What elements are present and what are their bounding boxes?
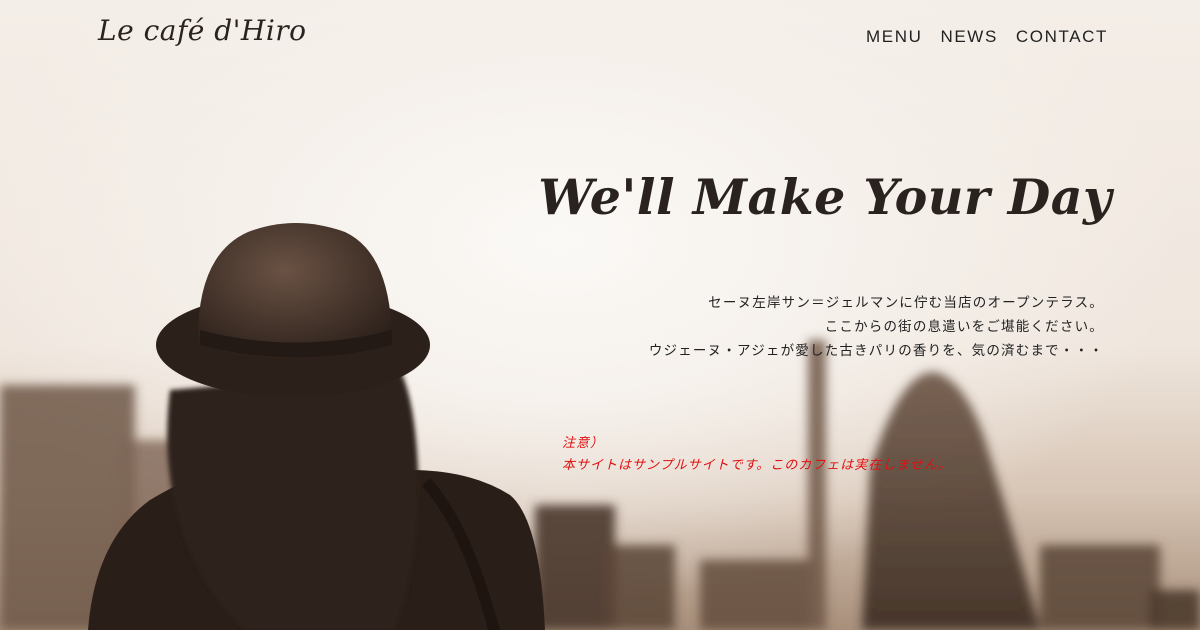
woman-silhouette [88,223,545,630]
nav-link-news[interactable]: NEWS [940,27,997,47]
description-line: ウジェーヌ・アジェが愛した古きパリの香りを、気の済むまで・・・ [648,343,1104,359]
hero-description: セーヌ左岸サン＝ジェルマンに佇む当店のオープンテラス。 ここからの街の息遣いをご… [649,291,1104,363]
main-nav: MENU NEWS CONTACT [866,27,1108,47]
sample-notice: 注意） 本サイトはサンプルサイトです。このカフェは実在しません。 [562,433,952,477]
site-logo[interactable]: Le café d'Hiro [98,14,307,47]
description-line: ここからの街の息遣いをご堪能ください。 [824,319,1104,335]
notice-text: 本サイトはサンプルサイトです。このカフェは実在しません。 [562,458,952,473]
hero-headline: We'll Make Your Day [538,168,1112,226]
notice-label: 注意） [562,436,605,451]
description-line: セーヌ左岸サン＝ジェルマンに佇む当店のオープンテラス。 [708,295,1104,311]
nav-link-menu[interactable]: MENU [866,27,922,47]
hero-section: Le café d'Hiro MENU NEWS CONTACT We'll M… [0,0,1200,630]
nav-link-contact[interactable]: CONTACT [1016,27,1108,47]
